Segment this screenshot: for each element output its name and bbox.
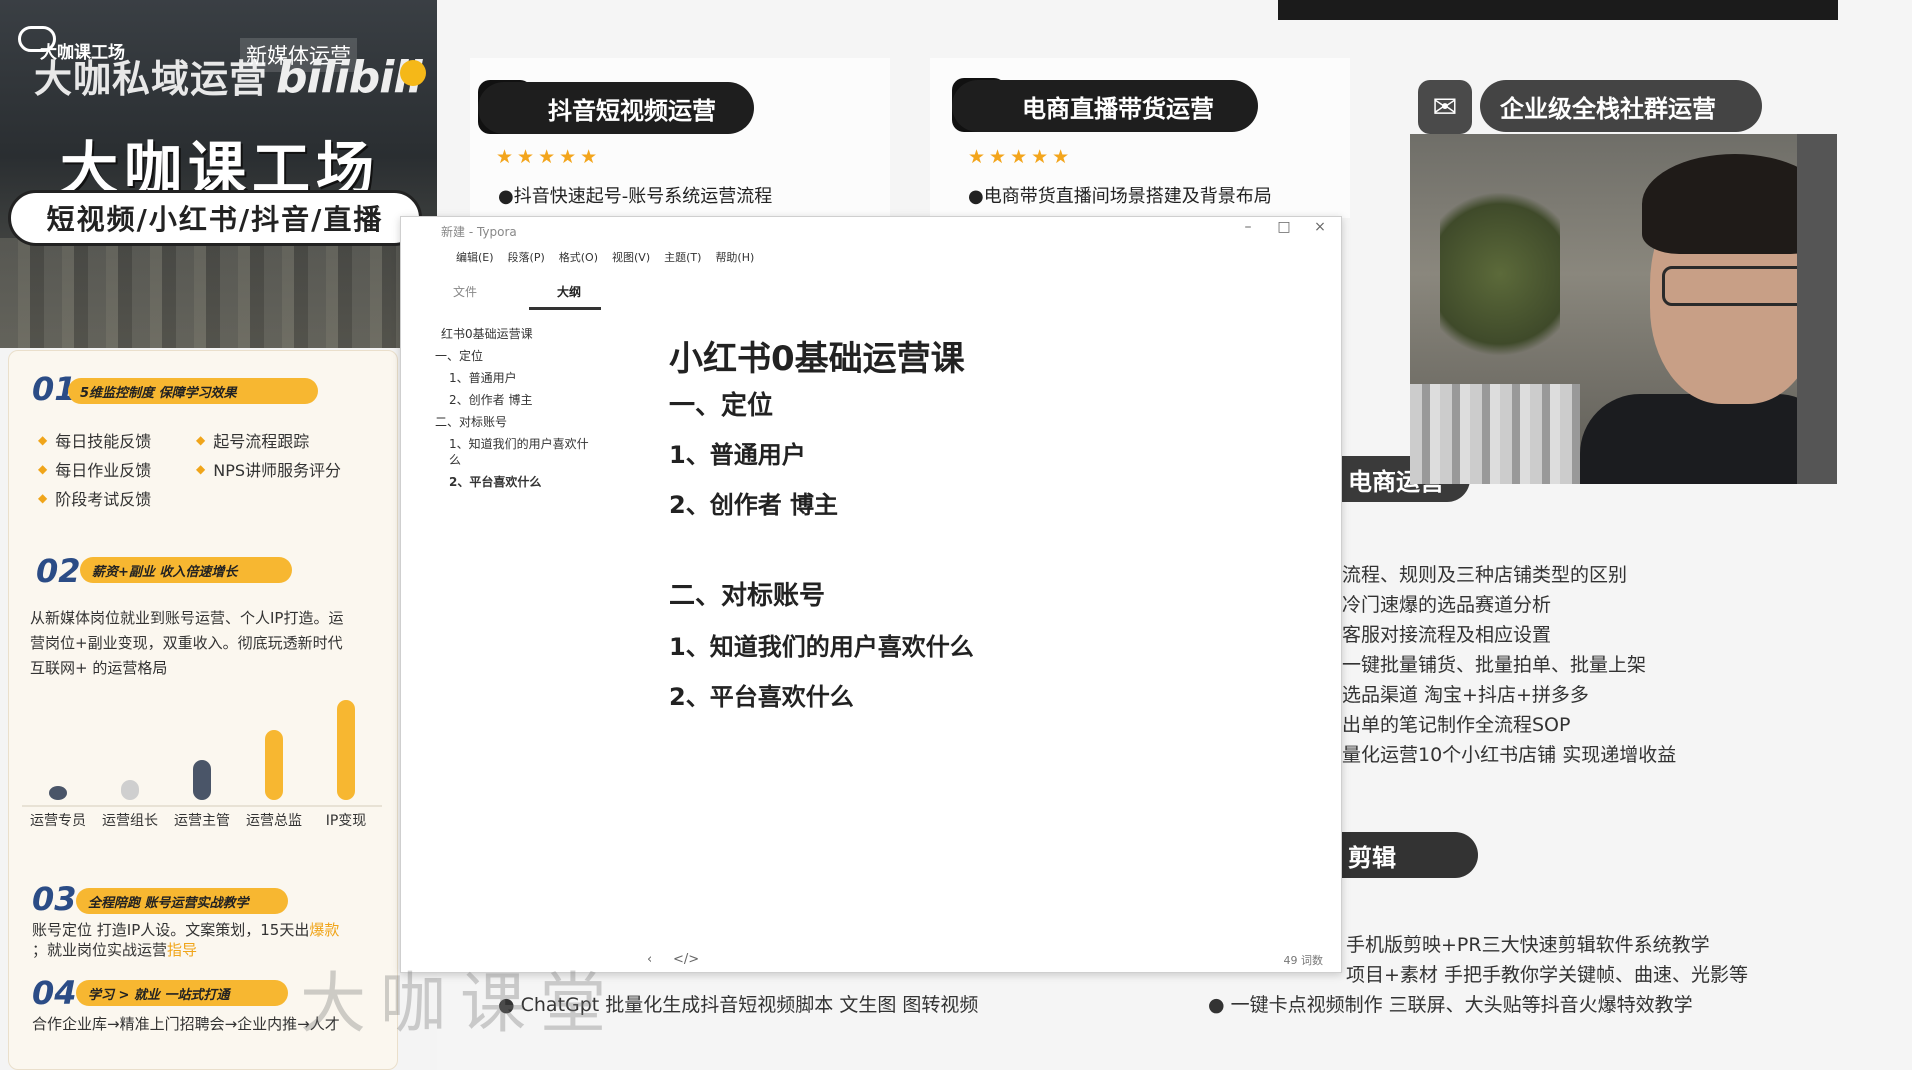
word-count[interactable]: 49 词数 [1284, 952, 1324, 968]
chart-x-label: 运营专员 [30, 813, 86, 829]
editing-line: 项目+素材 手把手教你学关键帧、曲速、光影等 [1346, 964, 1748, 986]
section-title-01: 5维监控制度 保障学习效果 [68, 378, 318, 404]
menu-paragraph[interactable]: 段落(P) [508, 245, 545, 271]
chart-x-label: 运营总监 [246, 813, 302, 829]
source-code-mode-icon[interactable]: </> [673, 952, 699, 967]
chart-x-label: 运营组长 [102, 813, 158, 829]
outline-item[interactable]: 一、定位 [435, 347, 483, 364]
menu-help[interactable]: 帮助(H) [715, 245, 754, 271]
chart-x-label: IP变现 [325, 813, 367, 829]
editing-line: ● 一键卡点视频制作 三联屏、大头贴等抖音火爆特效教学 [1208, 994, 1693, 1016]
section-03-line-2: ；就业岗位实战运营指导 [32, 941, 198, 959]
feature-item: ◆ NPS讲师服务评分 [196, 461, 342, 480]
minimize-button[interactable]: – [1233, 219, 1263, 235]
ecommerce-line: 冷门速爆的选品赛道分析 [1342, 594, 1552, 616]
tab-active-indicator [529, 307, 601, 310]
doc-title: 小红书0基础运营课 [669, 339, 965, 379]
doc-paragraph: 1、普通用户 [669, 441, 806, 469]
ecommerce-line: 出单的笔记制作全流程SOP [1342, 714, 1571, 736]
wechat-icon: ✉ [1418, 80, 1472, 134]
ecommerce-line: 流程、规则及三种店铺类型的区别 [1342, 564, 1628, 586]
feature-item: ◆ 每日技能反馈 [38, 432, 152, 451]
feature-item: ◆ 起号流程跟踪 [196, 432, 310, 451]
section-title-03: 全程陪跑 账号运营实战教学 [76, 888, 288, 914]
section-04-line: 合作企业库→精准上门招聘会→企业内推→人才 [32, 1015, 340, 1033]
webcam-edge [1797, 134, 1837, 484]
close-button[interactable]: × [1305, 219, 1335, 235]
course-line-ecommerce-live: ●电商带货直播间场景搭建及背景布局 [968, 186, 1272, 207]
outline-item[interactable]: 1、知道我们的用户喜欢什 [449, 435, 589, 452]
banner-pill: 短视频/小红书/抖音/直播 [8, 190, 422, 246]
outline-item-wrap: 么 [449, 453, 462, 467]
city-skyline-image [0, 238, 437, 348]
feature-item: ◆ 每日作业反馈 [38, 461, 152, 480]
course-title-ecommerce-live: 电商直播带货运营 [952, 80, 1258, 132]
chart-bar [49, 786, 67, 800]
chart-bar [121, 780, 139, 800]
section-title-02: 薪资+副业 收入倍速增长 [80, 557, 292, 583]
menu-theme[interactable]: 主题(T) [664, 245, 701, 271]
course-title-douyin: 抖音短视频运营 [478, 82, 754, 134]
outline-item[interactable]: 2、创作者 博主 [449, 391, 532, 408]
bookshelf-image [1410, 384, 1580, 484]
chart-x-label: 运营主管 [174, 813, 230, 829]
course-title-community: 企业级全栈社群运营 [1480, 80, 1762, 132]
watermark: 大咖课堂 [300, 965, 620, 1042]
bilibili-logo-dot [400, 60, 426, 86]
private-domain-title: 大咖私域运营 [34, 57, 269, 101]
plant-image [1440, 174, 1560, 374]
bilibili-logo: bilibili [276, 52, 422, 103]
doc-paragraph: 2、创作者 博主 [669, 491, 839, 519]
sidebar-tabs: 文件 大纲 [401, 275, 613, 305]
outline-sidebar: 红书0基础运营课 一、定位 1、普通用户 2、创作者 博主 二、对标账号 1、知… [401, 313, 613, 933]
chart-bar [265, 730, 283, 800]
window-title: 新建 - Typora [441, 225, 517, 239]
doc-heading: 一、定位 [669, 391, 774, 421]
menu-format[interactable]: 格式(O) [559, 245, 598, 271]
course-line-douyin: ●抖音快速起号-账号系统运营流程 [498, 186, 773, 207]
sidebar-toggle-icon[interactable]: ‹ [647, 952, 652, 967]
doc-paragraph: 2、平台喜欢什么 [669, 683, 854, 711]
editor-area[interactable]: 小红书0基础运营课 一、定位 1、普通用户 2、创作者 博主 二、对标账号 1、… [669, 313, 1329, 933]
feature-item: ◆ 阶段考试反馈 [38, 490, 152, 509]
presenter-glasses [1662, 266, 1812, 306]
editing-line: 手机版剪映+PR三大快速剪辑软件系统教学 [1346, 934, 1710, 956]
menubar: 编辑(E) 段落(P) 格式(O) 视图(V) 主题(T) 帮助(H) [401, 245, 1343, 271]
section-02-line-2: 营岗位+副业变现，双重收入。彻底玩透新时代 [30, 634, 343, 652]
tab-files[interactable]: 文件 [453, 283, 477, 300]
section-number-02: 02 [36, 552, 81, 590]
menu-view[interactable]: 视图(V) [612, 245, 650, 271]
top-dark-strip [1278, 0, 1838, 20]
typora-window[interactable]: 新建 - Typora – □ × 编辑(E) 段落(P) 格式(O) 视图(V… [400, 216, 1342, 973]
outline-item-active[interactable]: 2、平台喜欢什么 [449, 473, 541, 490]
rating-stars: ★★★★★ [496, 146, 602, 168]
chart-bar [193, 760, 211, 800]
ecommerce-line: 一键批量铺货、批量拍单、批量上架 [1342, 654, 1647, 676]
rating-stars: ★★★★★ [968, 146, 1074, 168]
outline-item[interactable]: 二、对标账号 [435, 413, 507, 430]
section-number-04: 04 [32, 974, 77, 1012]
tab-outline[interactable]: 大纲 [557, 283, 581, 300]
maximize-button[interactable]: □ [1269, 219, 1299, 235]
section-02-line-1: 从新媒体岗位就业到账号运营、个人IP打造。运 [30, 609, 344, 627]
ecommerce-line: 量化运营10个小红书店铺 实现递增收益 [1342, 744, 1677, 766]
typora-titlebar[interactable]: 新建 - Typora – □ × [401, 217, 1343, 245]
section-02-line-3: 互联网+ 的运营格局 [30, 659, 168, 677]
section-number-03: 03 [32, 880, 77, 918]
doc-heading: 二、对标账号 [669, 581, 826, 611]
outline-item[interactable]: 1、普通用户 [449, 369, 517, 386]
outline-item[interactable]: 红书0基础运营课 [441, 325, 533, 342]
webcam-video [1410, 134, 1837, 484]
section-title-04: 学习 > 就业 一站式打通 [76, 980, 288, 1006]
editing-ribbon: 剪辑 [1342, 832, 1478, 878]
ecommerce-line: 客服对接流程及相应设置 [1342, 624, 1552, 646]
menu-edit[interactable]: 编辑(E) [456, 245, 494, 271]
doc-paragraph: 1、知道我们的用户喜欢什么 [669, 633, 974, 661]
ecommerce-line: 选品渠道 淘宝+抖店+拼多多 [1342, 684, 1589, 706]
chart-bar [337, 700, 355, 800]
